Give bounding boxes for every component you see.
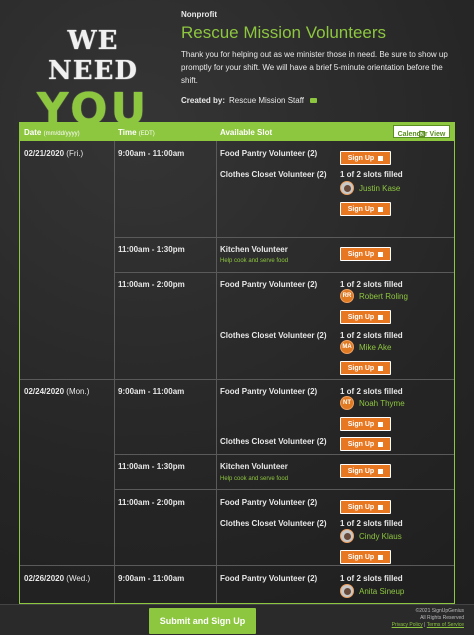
time-cell: 9:00am - 11:00am (118, 387, 185, 396)
slot-name: Food Pantry Volunteer (2) (220, 574, 318, 583)
checkbox-icon (378, 504, 384, 510)
slot-note: Help cook and serve food (220, 258, 289, 264)
header: WE NEED YOU Nonprofit Rescue Mission Vol… (0, 0, 474, 132)
volunteer: MA Mike Ake (340, 340, 391, 354)
slot-name: Clothes Closet Volunteer (2) (220, 331, 327, 340)
we-need-you-logo: WE NEED YOU (22, 26, 164, 132)
checkbox-icon (378, 554, 384, 560)
created-by-name: Rescue Mission Staff (229, 96, 305, 105)
checkbox-icon (378, 365, 384, 371)
avatar: NT (340, 396, 354, 410)
col-date-header: Date (mm/dd/yyyy) (24, 128, 80, 137)
avatar (340, 529, 354, 543)
description: Thank you for helping out as we minister… (181, 50, 448, 85)
submit-and-sign-up-button[interactable]: Submit and Sign Up (149, 608, 256, 634)
time-cell: 11:00am - 2:00pm (118, 498, 185, 507)
date-cell: 02/26/2020 (Wed.) (24, 574, 91, 583)
calendar-view-button[interactable]: Calendar View (393, 125, 450, 138)
sign-up-button[interactable]: Sign Up (340, 417, 391, 431)
checkbox-icon (378, 468, 384, 474)
volunteer: NT Noah Thyme (340, 396, 405, 410)
slot-name: Kitchen Volunteer (220, 462, 288, 471)
col-slot-header: Available Slot (220, 128, 273, 137)
slot-name: Clothes Closet Volunteer (2) (220, 170, 327, 179)
row-divider (20, 379, 454, 380)
created-by-label: Created by: (181, 96, 226, 105)
col-time-header: Time (EDT) (118, 128, 155, 137)
sign-up-button[interactable]: Sign Up (340, 361, 391, 375)
time-cell: 11:00am - 1:30pm (118, 462, 185, 471)
signup-table: Date (mm/dd/yyyy) Time (EDT) Available S… (19, 122, 455, 604)
slots-filled: 1 of 2 slots filled (340, 519, 403, 528)
date-cell: 02/24/2020 (Mon.) (24, 387, 90, 396)
checkbox-icon (378, 206, 384, 212)
row-divider (114, 489, 454, 490)
volunteer: RR Robert Roling (340, 289, 408, 303)
time-cell: 11:00am - 2:00pm (118, 280, 185, 289)
sign-up-button[interactable]: Sign Up (340, 247, 391, 261)
avatar (340, 181, 354, 195)
row-divider (114, 237, 454, 238)
slots-filled: 1 of 2 slots filled (340, 387, 403, 396)
volunteer: Cindy Klaus (340, 529, 402, 543)
sign-up-button[interactable]: Sign Up (340, 464, 391, 478)
category-label: Nonprofit (181, 10, 217, 19)
slot-name: Clothes Closet Volunteer (2) (220, 437, 327, 446)
logo-line1: WE NEED (48, 26, 138, 86)
checkbox-icon (378, 441, 384, 447)
time-cell: 9:00am - 11:00am (118, 574, 185, 583)
avatar (340, 584, 354, 598)
col-divider (114, 141, 115, 603)
signup-info: Nonprofit Rescue Mission Volunteers Than… (181, 10, 461, 105)
sign-up-button[interactable]: Sign Up (340, 550, 391, 564)
sign-up-button[interactable]: Sign Up (340, 202, 391, 216)
sign-up-button[interactable]: Sign Up (340, 500, 391, 514)
row-divider (114, 454, 454, 455)
table-header: Date (mm/dd/yyyy) Time (EDT) Available S… (20, 123, 454, 141)
slots-filled: 1 of 2 slots filled (340, 170, 403, 179)
slot-name: Clothes Closet Volunteer (2) (220, 519, 327, 528)
volunteer: Anita Sineup (340, 584, 404, 598)
time-cell: 9:00am - 11:00am (118, 149, 185, 158)
avatar: RR (340, 289, 354, 303)
checkbox-icon (378, 314, 384, 320)
slots-filled: 1 of 2 slots filled (340, 280, 403, 289)
volunteer: Justin Kase (340, 181, 400, 195)
sign-up-button[interactable]: Sign Up (340, 151, 391, 165)
checkbox-icon (378, 251, 384, 257)
copyright: ©2021 SignUpGenius All Rights Reserved P… (391, 608, 464, 628)
slot-name: Food Pantry Volunteer (2) (220, 387, 318, 396)
slot-name: Food Pantry Volunteer (2) (220, 149, 318, 158)
col-divider (216, 141, 217, 603)
row-divider (20, 565, 454, 566)
sign-up-button[interactable]: Sign Up (340, 437, 391, 451)
page-title: Rescue Mission Volunteers (181, 23, 387, 42)
slot-note: Help cook and serve food (220, 476, 289, 482)
sign-up-button[interactable]: Sign Up (340, 310, 391, 324)
checkbox-icon (378, 155, 384, 161)
slot-name: Food Pantry Volunteer (2) (220, 280, 318, 289)
slot-name: Kitchen Volunteer (220, 245, 288, 254)
terms-of-service-link[interactable]: Terms of Service (427, 622, 464, 628)
slots-filled: 1 of 2 slots filled (340, 574, 403, 583)
mail-icon[interactable] (310, 98, 318, 103)
time-cell: 11:00am - 1:30pm (118, 245, 185, 254)
slots-filled: 1 of 2 slots filled (340, 331, 403, 340)
privacy-policy-link[interactable]: Privacy Policy (392, 622, 423, 628)
checkbox-icon (378, 421, 384, 427)
footer: Submit and Sign Up ©2021 SignUpGenius Al… (0, 604, 474, 635)
slot-name: Food Pantry Volunteer (2) (220, 498, 318, 507)
created-by: Created by: Rescue Mission Staff (181, 96, 461, 105)
avatar: MA (340, 340, 354, 354)
row-divider (114, 272, 454, 273)
date-cell: 02/21/2020 (Fri.) (24, 149, 84, 158)
